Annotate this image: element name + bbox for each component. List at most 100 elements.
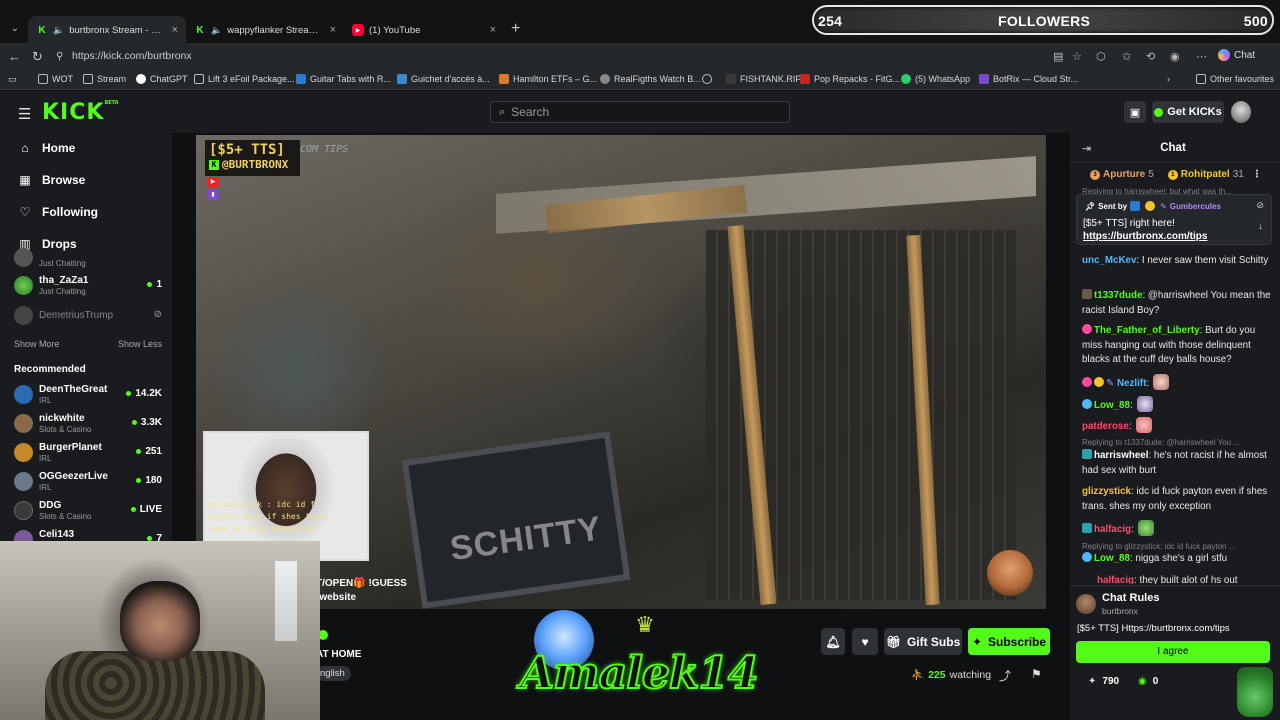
chat-layout-button[interactable]: ▣: [1124, 101, 1146, 123]
tab-actions-icon[interactable]: ⌄: [6, 20, 24, 38]
speaker-muted-icon[interactable]: 🔈: [53, 25, 64, 36]
chat-username[interactable]: Low_88: [1094, 400, 1130, 411]
pinned-link[interactable]: https://burtbronx.com/tips: [1083, 231, 1207, 242]
tts-title: [$5+ TTS]: [209, 142, 285, 158]
expand-pin-icon[interactable]: ↓: [1258, 221, 1263, 232]
gift-subs-label: Gift Subs: [906, 634, 961, 649]
extensions-icon[interactable]: ⬡: [1096, 50, 1106, 63]
tab-wappyflanker[interactable]: K 🔈 wappyflanker Stream - Watch ×: [186, 16, 344, 44]
user-avatar[interactable]: [1231, 101, 1251, 123]
bookmark-item[interactable]: Stream: [83, 74, 126, 84]
copilot-chat-button[interactable]: Chat: [1218, 49, 1255, 61]
notifications-button[interactable]: 🔔︎: [821, 628, 845, 655]
tab-burtbronx[interactable]: K 🔈 burtbronx Stream - Watch Live ×: [28, 16, 186, 44]
other-favourites[interactable]: Other favourites: [1196, 74, 1274, 84]
reload-icon[interactable]: ↻: [32, 49, 43, 65]
kicks-balance[interactable]: ◉ 0: [1138, 676, 1158, 687]
speaker-muted-icon[interactable]: 🔈: [211, 25, 222, 36]
subscribe-label: Subscribe: [988, 634, 1047, 649]
close-tab-icon[interactable]: ×: [484, 24, 496, 36]
close-tab-icon[interactable]: ×: [324, 24, 336, 36]
sidebar-item-home[interactable]: ⌂ Home: [18, 141, 75, 155]
viewer-count: 1: [147, 279, 162, 290]
sidebar-item-following[interactable]: ♡ Following: [18, 205, 98, 219]
gifter-badge[interactable]: 1 Rohitpatel 31: [1167, 169, 1244, 180]
recommended-channel[interactable]: DeenTheGreat IRL 14.2K: [14, 383, 164, 409]
streamer-webcam: [0, 541, 320, 720]
follow-heart-button[interactable]: ♥: [852, 628, 878, 655]
bookmark-item[interactable]: ChatGPT: [136, 74, 188, 84]
url-field[interactable]: https://kick.com/burtbronx: [72, 50, 192, 62]
recommended-channel[interactable]: OGGeezerLive IRL 180: [14, 470, 164, 496]
new-tab-icon[interactable]: +: [511, 20, 520, 38]
chat-username[interactable]: glizzystick: [1082, 486, 1131, 497]
viewer-count: 251: [136, 446, 162, 457]
chat-username[interactable]: Nezlift: [1117, 378, 1146, 389]
chat-username[interactable]: halfacig: [1097, 575, 1134, 584]
inset-chat-overlay: glizzystick : idc id f payton even if sh…: [209, 500, 335, 533]
bookmark-label: Pop Repacks - FitG...: [814, 74, 901, 84]
recommended-channel[interactable]: DDG Slots & Casino LIVE: [14, 499, 164, 525]
show-less-button[interactable]: Show Less: [118, 339, 162, 349]
sidebar-item-browse[interactable]: ▦ Browse: [18, 173, 85, 187]
share-icon[interactable]: ⤴: [999, 667, 1011, 684]
chat-username[interactable]: halfacig: [1094, 524, 1131, 535]
kick-logo[interactable]: KICKBETA: [42, 100, 119, 125]
menu-icon[interactable]: ☰: [18, 105, 31, 123]
gifter-count: 5: [1148, 169, 1154, 180]
pencil-icon: ✎: [1106, 378, 1117, 389]
recommended-channel[interactable]: BurgerPlanet IRL 251: [14, 441, 164, 467]
bookmark-item[interactable]: Pop Repacks - FitG...: [800, 74, 900, 84]
report-icon[interactable]: ⚑: [1031, 667, 1042, 681]
chat-username[interactable]: t1337dude: [1094, 290, 1142, 301]
subscribe-button[interactable]: ✦ Subscribe: [968, 628, 1050, 655]
bookmark-item[interactable]: Guichet d'accès à...: [397, 74, 490, 84]
profile-icon[interactable]: ◉: [1170, 50, 1180, 63]
agree-button[interactable]: I agree: [1076, 641, 1270, 663]
watching-count: 225: [928, 668, 946, 681]
close-tab-icon[interactable]: ×: [166, 24, 178, 36]
hide-pin-icon[interactable]: ⊘: [1256, 200, 1264, 211]
history-icon[interactable]: ⟲: [1146, 50, 1155, 63]
more-icon[interactable]: ⋮: [1252, 169, 1262, 180]
show-more-button[interactable]: Show More: [14, 339, 60, 349]
channel-avatar: [14, 501, 33, 520]
channel-points[interactable]: ✦ 790: [1088, 676, 1119, 687]
chat-username[interactable]: Low_88: [1094, 553, 1130, 564]
followed-channel[interactable]: tha_ZaZa1 Just Chatting 1: [14, 274, 164, 300]
bookmark-item[interactable]: BotRix — Cloud Str...: [979, 74, 1078, 84]
watching-label: watching: [949, 668, 992, 681]
bookmark-item[interactable]: FISHTANK.RIP: [726, 74, 801, 84]
gifter-name: Apurture: [1103, 169, 1146, 180]
chat-username[interactable]: The_Father_of_Liberty: [1094, 325, 1200, 336]
favorite-star-icon[interactable]: ☆: [1072, 50, 1082, 63]
bookmark-item[interactable]: (5) WhatsApp: [901, 74, 970, 84]
bookmark-item[interactable]: WOT: [38, 74, 73, 84]
chat-username[interactable]: unc_McKev: [1082, 255, 1136, 266]
followed-channel[interactable]: DemetriusTrump ⊘: [14, 304, 164, 330]
bookmark-item[interactable]: [702, 74, 712, 84]
youtube-small-icon: ▶: [207, 177, 219, 187]
gift-subs-button[interactable]: 🎁︎ Gift Subs: [884, 628, 962, 655]
more-icon[interactable]: ⋯: [1196, 50, 1207, 63]
gifter-badge[interactable]: 3 Apurture 5: [1090, 169, 1154, 180]
channel-category: Just Chatting: [39, 287, 86, 296]
bookmark-item[interactable]: Hamilton ETFs – G...: [499, 74, 597, 84]
get-kicks-button[interactable]: Get KICKs: [1152, 101, 1224, 123]
chat-username[interactable]: harriswheel: [1094, 450, 1148, 461]
reader-icon[interactable]: ▤: [1053, 50, 1063, 63]
bookmark-item[interactable]: Lift 3 eFoil Package...: [194, 74, 295, 84]
favorites-icon[interactable]: ✩: [1122, 50, 1131, 63]
search-input[interactable]: ⌕ Search: [490, 101, 790, 123]
site-info-icon[interactable]: ⚲: [56, 51, 63, 62]
bookmark-item[interactable]: Guitar Tabs with R...: [296, 74, 391, 84]
bookmark-item[interactable]: RealFigths Watch B...: [600, 74, 701, 84]
bookmark-toggle-icon[interactable]: ▭: [8, 74, 17, 85]
bookmarks-overflow-icon[interactable]: ›: [1167, 74, 1170, 84]
back-icon[interactable]: ←: [8, 49, 21, 64]
chat-username[interactable]: patderose: [1082, 421, 1129, 432]
recommended-channel[interactable]: nickwhite Slots & Casino 3.3K: [14, 412, 164, 438]
tab-youtube[interactable]: ▶ (1) YouTube ×: [344, 16, 504, 44]
followers-goal: 500: [1243, 13, 1268, 29]
language-tag[interactable]: nglish: [316, 666, 351, 681]
